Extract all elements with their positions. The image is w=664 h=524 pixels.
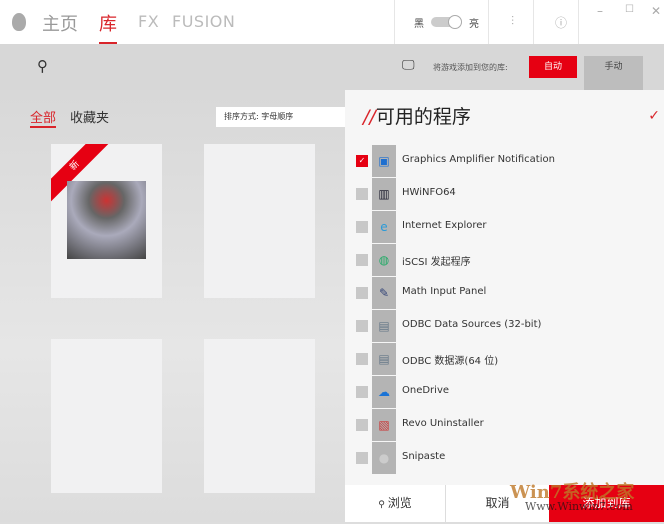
nav-library[interactable]: 库	[99, 10, 117, 36]
program-name: Snipaste	[402, 451, 445, 462]
program-icon: ◍	[372, 244, 396, 276]
auto-button[interactable]: 自动	[529, 56, 577, 78]
game-card-empty[interactable]	[204, 339, 315, 493]
program-row[interactable]: ◍ iSCSI 发起程序	[345, 244, 664, 277]
sliders-icon[interactable]: ⫶	[511, 14, 514, 29]
program-icon: ▧	[372, 409, 396, 441]
program-checkbox[interactable]	[356, 419, 368, 431]
program-name: HWiNFO64	[402, 187, 456, 198]
add-games-label: 将游戏添加到您的库:	[433, 62, 508, 73]
program-icon: ▤	[372, 310, 396, 342]
panel-title: //可用的程序	[363, 102, 471, 129]
browse-button[interactable]: ⚲ 浏览	[345, 485, 446, 522]
maximize-icon[interactable]: ☐	[625, 4, 634, 15]
theme-toggle[interactable]	[431, 17, 461, 27]
program-icon: ☁	[372, 376, 396, 408]
program-checkbox[interactable]	[356, 287, 368, 299]
program-checkbox[interactable]	[356, 452, 368, 464]
program-name: Graphics Amplifier Notification	[402, 154, 555, 165]
program-checkbox[interactable]	[356, 353, 368, 365]
program-row[interactable]: ✎ Math Input Panel	[345, 277, 664, 310]
title-bar: 主页 库 FX FUSION 黑 亮 ⫶ ⓘ – ☐ ✕	[0, 0, 664, 44]
program-icon: ▤	[372, 343, 396, 375]
program-icon: ●	[372, 442, 396, 474]
program-name: Internet Explorer	[402, 220, 487, 231]
program-icon: e	[372, 211, 396, 243]
search-icon[interactable]: ⚲	[37, 57, 48, 75]
nav-fusion[interactable]: FUSION	[172, 12, 235, 31]
sort-dropdown[interactable]: 排序方式: 字母顺序	[216, 107, 345, 127]
available-programs-panel: //可用的程序 ✓ ✓ ▣ Graphics Amplifier Notific…	[345, 90, 664, 522]
tab-all[interactable]: 全部	[30, 107, 56, 126]
program-icon: ▥	[372, 178, 396, 210]
program-row[interactable]: ▥ HWiNFO64	[345, 178, 664, 211]
program-row[interactable]: ☁ OneDrive	[345, 376, 664, 409]
program-checkbox[interactable]	[356, 254, 368, 266]
light-label: 亮	[469, 15, 479, 30]
program-name: ODBC Data Sources (32-bit)	[402, 319, 541, 330]
program-row[interactable]: ▤ ODBC Data Sources (32-bit)	[345, 310, 664, 343]
program-checkbox[interactable]	[356, 386, 368, 398]
scan-games-icon[interactable]: 🖵	[402, 58, 415, 73]
alienware-logo-icon	[12, 13, 26, 31]
program-name: ODBC 数据源(64 位)	[402, 352, 498, 367]
nav-home[interactable]: 主页	[42, 10, 78, 36]
program-checkbox[interactable]	[356, 221, 368, 233]
game-card-empty[interactable]	[51, 339, 162, 493]
program-row[interactable]: ▤ ODBC 数据源(64 位)	[345, 343, 664, 376]
program-checkbox[interactable]: ✓	[356, 155, 368, 167]
game-card-empty[interactable]	[204, 144, 315, 298]
program-checkbox[interactable]	[356, 320, 368, 332]
program-name: Revo Uninstaller	[402, 418, 484, 429]
program-checkbox[interactable]	[356, 188, 368, 200]
program-icon: ✎	[372, 277, 396, 309]
select-all-check-icon[interactable]: ✓	[648, 108, 660, 124]
help-icon[interactable]: ⓘ	[555, 14, 567, 31]
watermark-url: Www.Winwin7.com	[525, 500, 633, 513]
program-icon: ▣	[372, 145, 396, 177]
nav-fx[interactable]: FX	[138, 12, 159, 31]
program-row[interactable]: e Internet Explorer	[345, 211, 664, 244]
program-row[interactable]: ● Snipaste	[345, 442, 664, 475]
program-name: Math Input Panel	[402, 286, 486, 297]
game-card[interactable]: 新	[51, 144, 162, 298]
program-row[interactable]: ▧ Revo Uninstaller	[345, 409, 664, 442]
minimize-icon[interactable]: –	[597, 4, 603, 18]
program-name: iSCSI 发起程序	[402, 253, 471, 268]
program-name: OneDrive	[402, 385, 449, 396]
game-cover-image	[67, 181, 146, 259]
program-row[interactable]: ✓ ▣ Graphics Amplifier Notification	[345, 145, 664, 178]
dark-label: 黑	[414, 15, 424, 30]
manual-button[interactable]: 手动	[584, 56, 643, 90]
close-icon[interactable]: ✕	[651, 4, 661, 18]
search-icon: ⚲	[378, 500, 387, 510]
tab-favorites[interactable]: 收藏夹	[70, 107, 109, 126]
